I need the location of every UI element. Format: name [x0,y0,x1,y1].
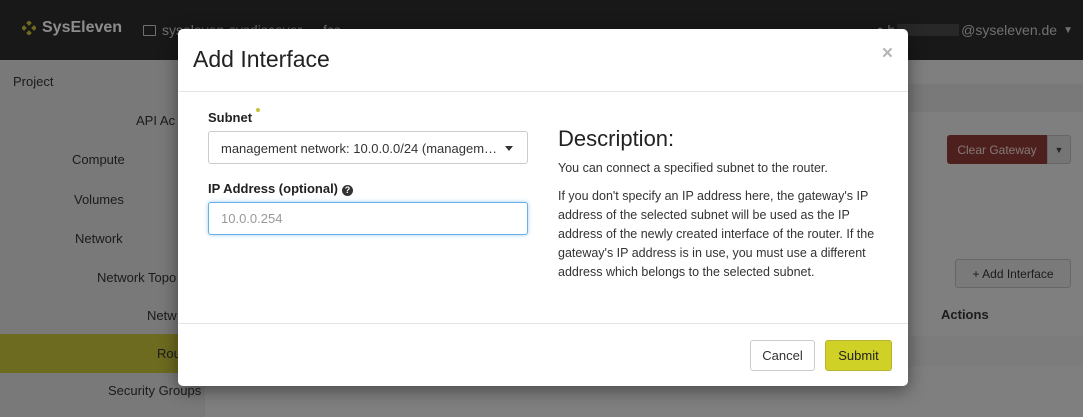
help-icon[interactable]: ? [342,185,354,196]
submit-button[interactable]: Submit [825,340,892,371]
modal-title: Add Interface [193,46,330,72]
ip-address-input[interactable] [208,202,528,235]
subnet-label: Subnet [208,110,253,125]
required-indicator [256,108,260,112]
close-icon[interactable]: × [882,43,893,65]
add-interface-dialog: Add Interface × Subnet management networ… [178,29,908,386]
description-text-1: You can connect a specified subnet to th… [558,161,828,175]
cancel-button[interactable]: Cancel [750,340,815,371]
modal-header: Add Interface × [178,29,908,92]
caret-down-icon [505,146,513,151]
ip-address-label: IP Address (optional)? [208,181,354,196]
subnet-select[interactable]: management network: 10.0.0.0/24 (managem… [208,131,528,164]
modal-footer: Cancel Submit [178,323,908,387]
ip-address-label-text: IP Address (optional) [208,181,339,196]
description-text-2: If you don't specify an IP address here,… [558,189,875,279]
subnet-selected-value: management network: 10.0.0.0/24 (managem… [221,141,501,156]
description-title: Description: [558,126,675,151]
